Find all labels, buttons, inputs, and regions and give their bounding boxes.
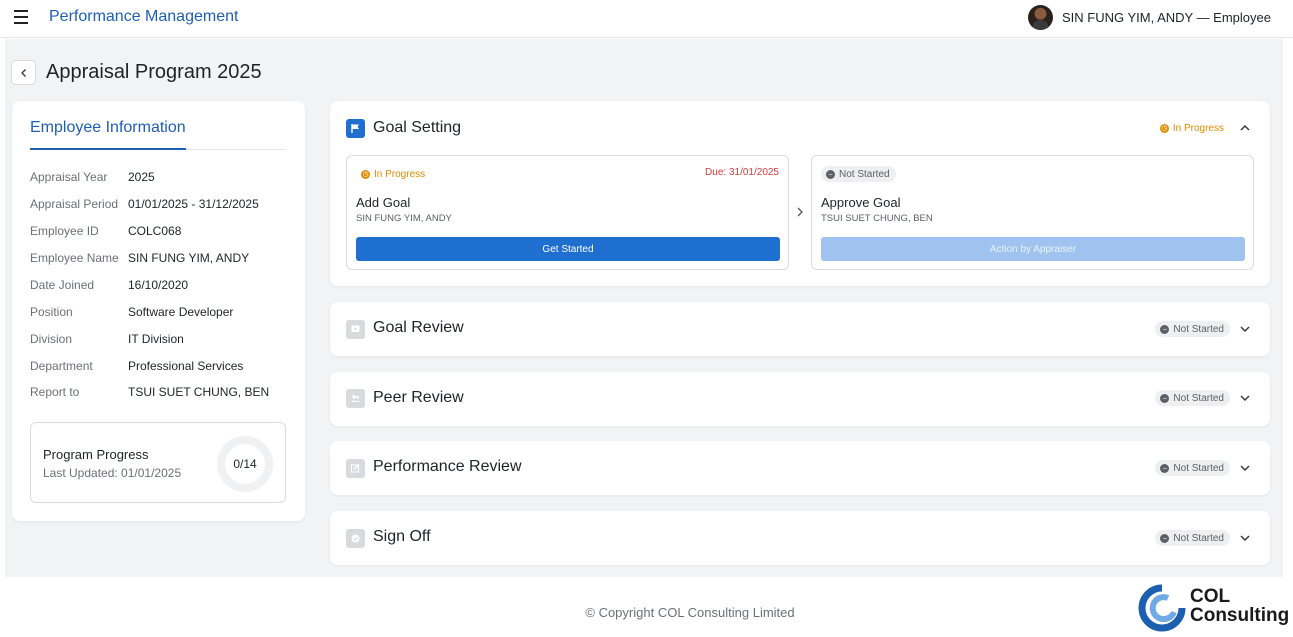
- edit-icon: [346, 459, 365, 478]
- chevron-up-icon[interactable]: [1238, 121, 1252, 135]
- top-bar: Performance Management SIN FUNG YIM, AND…: [0, 0, 1293, 38]
- task-assignee: SIN FUNG YIM, ANDY: [356, 213, 452, 224]
- employee-info-card: Employee Information Appraisal Year 2025…: [12, 101, 305, 521]
- app-title: Performance Management: [49, 8, 239, 25]
- info-value: Professional Services: [128, 359, 244, 373]
- info-value: SIN FUNG YIM, ANDY: [128, 251, 250, 265]
- chevron-left-icon: [20, 68, 26, 77]
- status-badge: – Not Started: [1155, 390, 1230, 406]
- info-value: Software Developer: [128, 305, 234, 319]
- page-title: Appraisal Program 2025: [46, 61, 262, 83]
- status-badge: – Not Started: [1155, 321, 1230, 337]
- minus-circle-icon: –: [826, 169, 835, 179]
- minus-circle-icon: –: [1160, 533, 1170, 543]
- section-title: Goal Review: [373, 319, 464, 336]
- chevron-right-icon: [797, 207, 803, 217]
- progress-value: 0/14: [233, 457, 257, 471]
- section-title: Sign Off: [373, 528, 431, 545]
- employee-info-header: Employee Information: [30, 119, 286, 150]
- minus-circle-icon: –: [1160, 463, 1170, 473]
- logo-mark-icon: [1138, 584, 1186, 632]
- info-label: Position: [30, 305, 73, 319]
- program-progress-title: Program Progress: [43, 447, 149, 462]
- status-badge: – Not Started: [821, 166, 896, 182]
- info-value: IT Division: [128, 332, 184, 346]
- status-badge: – Not Started: [1155, 460, 1230, 476]
- task-assignee: TSUI SUET CHUNG, BEN: [821, 213, 933, 224]
- review-icon: [346, 320, 365, 339]
- status-text: Not Started: [839, 168, 890, 180]
- task-name: Approve Goal: [821, 195, 901, 210]
- section-title: Performance Review: [373, 458, 522, 475]
- info-label: Report to: [30, 385, 80, 399]
- status-text: Not Started: [1173, 392, 1224, 404]
- section-peer-review[interactable]: Peer Review – Not Started: [330, 372, 1270, 426]
- back-button[interactable]: [11, 60, 36, 85]
- logo-line2: Consulting: [1190, 605, 1290, 626]
- minus-circle-icon: –: [1160, 393, 1170, 403]
- info-label: Employee Name: [30, 251, 119, 265]
- copyright: © Copyright COL Consulting Limited: [585, 605, 795, 620]
- section-goal-review[interactable]: Goal Review – Not Started: [330, 302, 1270, 356]
- info-label: Employee ID: [30, 224, 99, 238]
- info-label: Date Joined: [30, 278, 95, 292]
- info-label: Department: [30, 359, 93, 373]
- info-value: TSUI SUET CHUNG, BEN: [128, 385, 270, 399]
- info-value: COLC068: [128, 224, 182, 238]
- section-sign-off[interactable]: Sign Off – Not Started: [330, 511, 1270, 565]
- section-title: Peer Review: [373, 389, 464, 406]
- check-circle-icon: [346, 529, 365, 548]
- last-updated: Last Updated: 01/01/2025: [43, 466, 182, 480]
- get-started-button[interactable]: Get Started: [356, 237, 780, 261]
- status-badge: ◷ In Progress: [1154, 120, 1230, 136]
- minus-circle-icon: –: [1160, 324, 1170, 334]
- task-status: – Not Started: [821, 166, 896, 182]
- chevron-down-icon[interactable]: [1238, 461, 1252, 475]
- avatar[interactable]: [1027, 4, 1053, 30]
- clock-icon: ◷: [1159, 123, 1169, 133]
- task-name: Add Goal: [356, 195, 411, 210]
- section-performance-review[interactable]: Performance Review – Not Started: [330, 441, 1270, 495]
- chevron-down-icon[interactable]: [1238, 322, 1252, 336]
- section-title: Goal Setting: [373, 119, 462, 136]
- status-badge: ◷ In Progress: [356, 166, 432, 182]
- status-text: In Progress: [1172, 122, 1224, 134]
- chevron-down-icon[interactable]: [1238, 531, 1252, 545]
- status-text: Not Started: [1173, 323, 1224, 335]
- info-value: 01/01/2025 - 31/12/2025: [128, 197, 259, 211]
- task-card-approve-goal: – Not Started Approve Goal TSUI SUET CHU…: [811, 155, 1254, 270]
- status-text: Not Started: [1173, 462, 1224, 474]
- employee-info-title: Employee Information: [30, 119, 186, 150]
- due-date: Due: 31/01/2025: [705, 167, 779, 178]
- task-status: ◷ In Progress: [356, 166, 432, 182]
- company-logo: COL Consulting: [1138, 584, 1289, 632]
- progress-ring: 0/14: [217, 436, 273, 492]
- info-label: Appraisal Period: [30, 197, 119, 211]
- section-goal-setting: Goal Setting ◷ In Progress ◷ In Progress…: [330, 101, 1270, 286]
- status-badge: – Not Started: [1155, 530, 1230, 546]
- info-value: 16/10/2020: [128, 278, 189, 292]
- user-name: SIN FUNG YIM, ANDY — Employee: [1061, 9, 1271, 25]
- info-value: 2025: [128, 170, 155, 184]
- people-icon: [346, 389, 365, 408]
- logo-text: COL Consulting: [1190, 587, 1289, 625]
- info-label: Division: [30, 332, 73, 346]
- status-text: Not Started: [1173, 532, 1224, 544]
- menu-icon[interactable]: [14, 10, 28, 24]
- status-text: In Progress: [374, 168, 426, 180]
- clock-icon: ◷: [361, 169, 370, 179]
- user-menu[interactable]: SIN FUNG YIM, ANDY — Employee: [1027, 4, 1271, 30]
- action-by-appraiser-button: Action by Appraiser: [821, 237, 1245, 261]
- flag-icon: [346, 119, 365, 138]
- program-progress: Program Progress Last Updated: 01/01/202…: [30, 422, 286, 503]
- task-card-add-goal: ◷ In Progress Due: 31/01/2025 Add Goal S…: [346, 155, 789, 270]
- chevron-down-icon[interactable]: [1238, 391, 1252, 405]
- info-label: Appraisal Year: [30, 170, 108, 184]
- logo-line1: COL: [1190, 586, 1231, 607]
